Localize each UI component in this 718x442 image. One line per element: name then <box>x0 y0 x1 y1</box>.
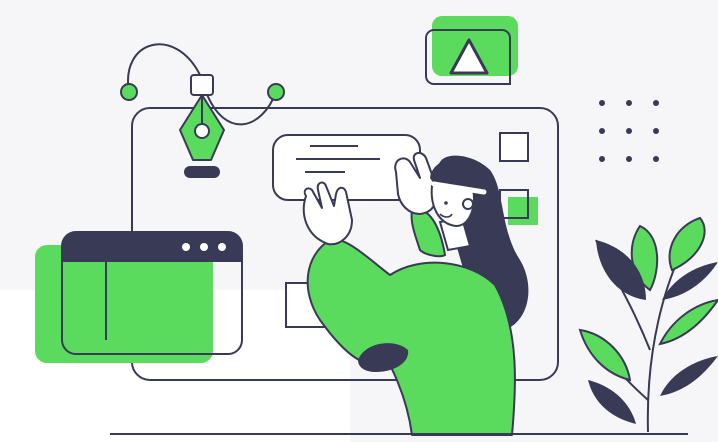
person-icon <box>302 152 529 436</box>
background-panels <box>0 0 718 442</box>
illustration-canvas <box>0 0 718 442</box>
design-illustration <box>0 0 718 442</box>
browser-window-icon <box>35 231 243 363</box>
warning-triangle-icon <box>425 16 518 85</box>
